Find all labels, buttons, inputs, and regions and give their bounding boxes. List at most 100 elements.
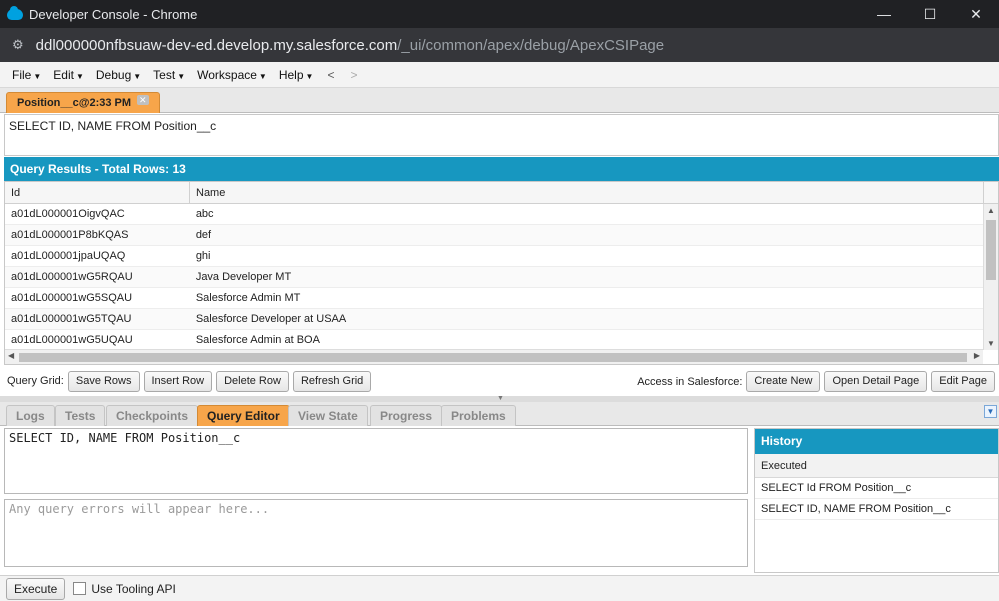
cell-id[interactable]: a01dL000001wG5SQAU	[5, 288, 190, 308]
cell-name[interactable]: def	[190, 225, 983, 245]
cell-name[interactable]: Salesforce Admin MT	[190, 288, 983, 308]
scroll-right-icon[interactable]: ▶	[974, 351, 980, 360]
table-row[interactable]: a01dL000001wG5TQAU Salesforce Developer a…	[5, 309, 983, 330]
query-text-view[interactable]: SELECT ID, NAME FROM Position__c	[4, 114, 999, 156]
table-row[interactable]: a01dL000001wG5RQAU Java Developer MT	[5, 267, 983, 288]
menu-debug[interactable]: Debug ▼	[96, 68, 141, 82]
open-detail-page-button[interactable]: Open Detail Page	[824, 371, 928, 392]
history-item[interactable]: SELECT Id FROM Position__c	[755, 478, 998, 499]
table-row[interactable]: a01dL000001wG5UQAU Salesforce Admin at BO…	[5, 330, 983, 351]
query-results-header: Query Results - Total Rows: 13	[4, 157, 999, 181]
create-new-button[interactable]: Create New	[746, 371, 821, 392]
history-item[interactable]: SELECT ID, NAME FROM Position__c	[755, 499, 998, 520]
address-bar[interactable]: ⚙ ddl000000nfbsuaw-dev-ed.develop.my.sal…	[0, 28, 999, 62]
vertical-scroll-thumb[interactable]	[986, 220, 996, 280]
menu-edit-label: Edit	[53, 67, 74, 82]
save-rows-button[interactable]: Save Rows	[67, 370, 140, 392]
url-path: /_ui/common/apex/debug/ApexCSIPage	[397, 36, 665, 54]
caret-down-icon: ▼	[33, 71, 42, 81]
query-errors-placeholder: Any query errors will appear here...	[9, 502, 270, 516]
caret-down-icon: ▼	[75, 71, 84, 81]
cell-name[interactable]: Salesforce Admin at BOA	[190, 330, 983, 350]
cell-name[interactable]: Java Developer MT	[190, 267, 983, 287]
window-title-bar: Developer Console - Chrome — ☐ ✕	[0, 0, 999, 28]
doc-tab-position[interactable]: Position__c@2:33 PM ✕	[6, 92, 160, 113]
table-row[interactable]: a01dL000001jpaUQAQ ghi	[5, 246, 983, 267]
scroll-left-icon[interactable]: ◀	[8, 351, 14, 360]
bottom-tab-strip: Logs Tests Checkpoints Query Editor View…	[0, 402, 999, 426]
tab-tests[interactable]: Tests	[55, 405, 106, 426]
query-errors-area: Any query errors will appear here...	[4, 499, 748, 567]
menu-test[interactable]: Test ▼	[153, 68, 185, 82]
access-in-salesforce-group: Access in Salesforce: Create New Open De…	[634, 371, 995, 392]
tab-problems[interactable]: Problems	[441, 405, 516, 426]
query-editor-input[interactable]: SELECT ID, NAME FROM Position__c	[4, 428, 748, 494]
caret-down-icon: ▼	[177, 71, 186, 81]
execute-button[interactable]: Execute	[6, 577, 66, 600]
caret-down-icon: ▼	[258, 71, 267, 81]
menu-help-label: Help	[278, 67, 304, 82]
grid-vertical-scrollbar[interactable]: ▲ ▼	[983, 204, 998, 350]
collapse-panel-icon[interactable]: ▼	[984, 405, 997, 418]
tab-logs[interactable]: Logs	[6, 405, 55, 426]
menu-help[interactable]: Help ▼	[279, 68, 314, 82]
use-tooling-api-label[interactable]: Use Tooling API	[91, 582, 176, 596]
delete-row-button[interactable]: Delete Row	[216, 370, 289, 392]
close-icon[interactable]: ✕	[953, 0, 999, 28]
menu-file[interactable]: File ▼	[12, 68, 41, 82]
scroll-down-icon[interactable]: ▼	[987, 339, 995, 348]
table-row[interactable]: a01dL000001P8bKQAS def	[5, 225, 983, 246]
splitter-grip-icon[interactable]: ▼	[497, 395, 504, 402]
column-header-id[interactable]: Id	[5, 182, 190, 203]
query-text: SELECT ID, NAME FROM Position__c	[9, 119, 217, 133]
close-tab-icon[interactable]: ✕	[137, 95, 149, 105]
cell-id[interactable]: a01dL000001OigvQAC	[5, 204, 190, 224]
menu-bar: File ▼ Edit ▼ Debug ▼ Test ▼ Workspace ▼ Help…	[0, 62, 999, 88]
edit-page-button[interactable]: Edit Page	[931, 371, 995, 392]
minimize-icon[interactable]: —	[861, 0, 907, 28]
nav-back-button[interactable]: <	[327, 68, 334, 82]
scroll-up-icon[interactable]: ▲	[987, 206, 995, 215]
tab-progress[interactable]: Progress	[370, 405, 443, 426]
cell-name[interactable]: ghi	[190, 246, 983, 266]
insert-row-button[interactable]: Insert Row	[143, 370, 213, 392]
column-header-name[interactable]: Name	[190, 182, 984, 203]
salesforce-cloud-icon	[7, 5, 23, 20]
window-title: Developer Console - Chrome	[29, 6, 198, 22]
cell-id[interactable]: a01dL000001wG5TQAU	[5, 309, 190, 329]
table-row[interactable]: a01dL000001OigvQAC abc	[5, 204, 983, 225]
horizontal-scroll-thumb[interactable]	[19, 353, 967, 362]
use-tooling-api-checkbox[interactable]	[73, 582, 87, 595]
tab-view-state[interactable]: View State	[288, 405, 368, 426]
cell-id[interactable]: a01dL000001P8bKQAS	[5, 225, 190, 245]
caret-down-icon: ▼	[305, 71, 314, 81]
cell-id[interactable]: a01dL000001jpaUQAQ	[5, 246, 190, 266]
maximize-icon[interactable]: ☐	[907, 0, 953, 28]
query-grid-toolbar: Query Grid: Save Rows Insert Row Delete …	[4, 368, 999, 394]
cell-name[interactable]: Salesforce Developer at USAA	[190, 309, 983, 329]
tab-query-editor[interactable]: Query Editor	[197, 405, 290, 426]
history-title: History	[755, 429, 998, 454]
site-settings-icon[interactable]: ⚙	[12, 37, 24, 53]
query-grid-label: Query Grid:	[7, 375, 64, 387]
execute-bar: Execute Use Tooling API	[0, 575, 999, 601]
cell-name[interactable]: abc	[190, 204, 983, 224]
table-row[interactable]: a01dL000001wG5SQAU Salesforce Admin MT	[5, 288, 983, 309]
menu-debug-label: Debug	[95, 67, 132, 82]
history-executed-header: Executed	[755, 454, 998, 478]
menu-workspace[interactable]: Workspace ▼	[197, 68, 267, 82]
query-results-grid: Id Name a01dL000001OigvQAC abc a01dL00000…	[4, 181, 999, 365]
nav-forward-button[interactable]: >	[350, 68, 357, 82]
cell-id[interactable]: a01dL000001wG5RQAU	[5, 267, 190, 287]
cell-id[interactable]: a01dL000001wG5UQAU	[5, 330, 190, 350]
menu-file-label: File	[12, 67, 32, 82]
tab-checkpoints[interactable]: Checkpoints	[106, 405, 199, 426]
menu-test-label: Test	[153, 67, 176, 82]
history-panel: History Executed SELECT Id FROM Position…	[754, 428, 999, 573]
grid-header-row: Id Name	[5, 182, 998, 204]
refresh-grid-button[interactable]: Refresh Grid	[292, 370, 372, 392]
url-host: ddl000000nfbsuaw-dev-ed.develop.my.sales…	[35, 36, 398, 54]
grid-horizontal-scrollbar[interactable]: ◀ ▶	[5, 349, 983, 364]
menu-edit[interactable]: Edit ▼	[53, 68, 84, 82]
menu-workspace-label: Workspace	[197, 67, 257, 82]
